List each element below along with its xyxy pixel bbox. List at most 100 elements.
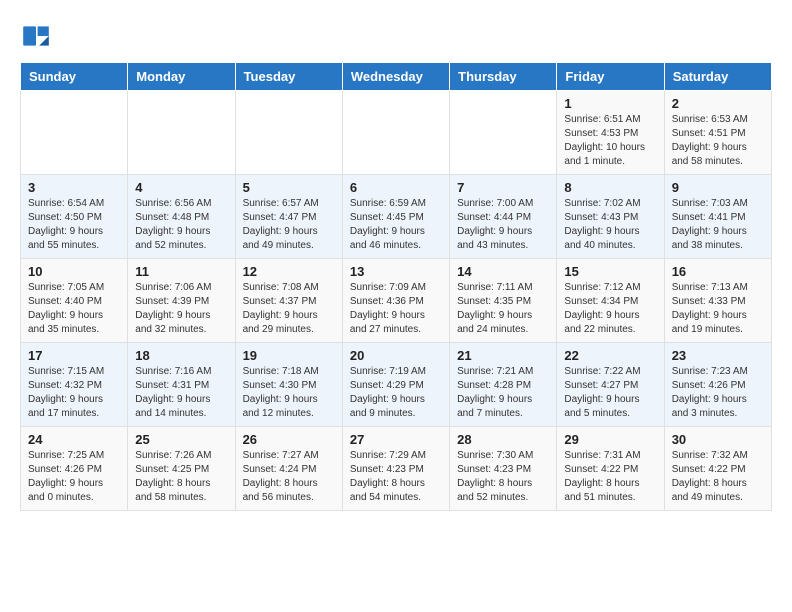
day-info: Sunrise: 7:09 AM Sunset: 4:36 PM Dayligh… [350,281,442,337]
day-info: Sunrise: 7:30 AM Sunset: 4:23 PM Dayligh… [457,449,549,505]
day-info: Sunrise: 7:27 AM Sunset: 4:24 PM Dayligh… [243,449,335,505]
day-number: 4 [135,180,227,195]
calendar-cell: 27 Sunrise: 7:29 AM Sunset: 4:23 PM Dayli… [342,427,449,511]
calendar-cell: 6Sunrise: 6:59 AM Sunset: 4:45 PM Daylig… [342,175,449,259]
weekday-header-saturday: Saturday [664,63,771,91]
day-number: 19 [243,348,335,363]
calendar-cell [21,91,128,175]
day-info: Sunrise: 6:56 AM Sunset: 4:48 PM Dayligh… [135,197,227,253]
week-row-5: 24 Sunrise: 7:25 AM Sunset: 4:26 PM Dayli… [21,427,772,511]
calendar-cell: 10 Sunrise: 7:05 AM Sunset: 4:40 PM Dayli… [21,259,128,343]
day-info: Sunrise: 6:59 AM Sunset: 4:45 PM Dayligh… [350,197,442,253]
week-row-2: 3 Sunrise: 6:54 AM Sunset: 4:50 PM Daylig… [21,175,772,259]
calendar-cell: 23 Sunrise: 7:23 AM Sunset: 4:26 PM Dayli… [664,343,771,427]
day-info: Sunrise: 6:51 AM Sunset: 4:53 PM Dayligh… [564,113,656,169]
calendar-cell: 13 Sunrise: 7:09 AM Sunset: 4:36 PM Dayli… [342,259,449,343]
day-info: Sunrise: 6:53 AM Sunset: 4:51 PM Dayligh… [672,113,764,169]
calendar-cell: 29Sunrise: 7:31 AM Sunset: 4:22 PM Dayli… [557,427,664,511]
calendar-cell: 5Sunrise: 6:57 AM Sunset: 4:47 PM Daylig… [235,175,342,259]
day-info: Sunrise: 7:08 AM Sunset: 4:37 PM Dayligh… [243,281,335,337]
calendar-cell: 7 Sunrise: 7:00 AM Sunset: 4:44 PM Daylig… [450,175,557,259]
day-number: 12 [243,264,335,279]
calendar-cell: 21 Sunrise: 7:21 AM Sunset: 4:28 PM Dayli… [450,343,557,427]
day-number: 24 [28,432,120,447]
calendar-cell: 1 Sunrise: 6:51 AM Sunset: 4:53 PM Daylig… [557,91,664,175]
calendar-cell: 25Sunrise: 7:26 AM Sunset: 4:25 PM Dayli… [128,427,235,511]
weekday-header-thursday: Thursday [450,63,557,91]
day-info: Sunrise: 7:25 AM Sunset: 4:26 PM Dayligh… [28,449,120,505]
day-info: Sunrise: 7:21 AM Sunset: 4:28 PM Dayligh… [457,365,549,421]
day-info: Sunrise: 7:18 AM Sunset: 4:30 PM Dayligh… [243,365,335,421]
calendar-cell [235,91,342,175]
day-number: 16 [672,264,764,279]
calendar-cell: 8 Sunrise: 7:02 AM Sunset: 4:43 PM Daylig… [557,175,664,259]
day-number: 3 [28,180,120,195]
day-info: Sunrise: 7:05 AM Sunset: 4:40 PM Dayligh… [28,281,120,337]
logo [20,20,56,52]
day-info: Sunrise: 7:12 AM Sunset: 4:34 PM Dayligh… [564,281,656,337]
day-info: Sunrise: 7:23 AM Sunset: 4:26 PM Dayligh… [672,365,764,421]
day-number: 27 [350,432,442,447]
day-info: Sunrise: 7:22 AM Sunset: 4:27 PM Dayligh… [564,365,656,421]
day-number: 17 [28,348,120,363]
calendar-cell: 9Sunrise: 7:03 AM Sunset: 4:41 PM Daylig… [664,175,771,259]
day-number: 22 [564,348,656,363]
day-info: Sunrise: 7:32 AM Sunset: 4:22 PM Dayligh… [672,449,764,505]
calendar-cell: 22 Sunrise: 7:22 AM Sunset: 4:27 PM Dayli… [557,343,664,427]
page: SundayMondayTuesdayWednesdayThursdayFrid… [0,0,792,521]
logo-icon [20,20,52,52]
calendar-cell: 16 Sunrise: 7:13 AM Sunset: 4:33 PM Dayli… [664,259,771,343]
calendar-cell: 30Sunrise: 7:32 AM Sunset: 4:22 PM Dayli… [664,427,771,511]
week-row-4: 17 Sunrise: 7:15 AM Sunset: 4:32 PM Dayli… [21,343,772,427]
day-info: Sunrise: 7:16 AM Sunset: 4:31 PM Dayligh… [135,365,227,421]
day-number: 11 [135,264,227,279]
calendar-cell: 24 Sunrise: 7:25 AM Sunset: 4:26 PM Dayli… [21,427,128,511]
calendar-cell [342,91,449,175]
day-info: Sunrise: 7:26 AM Sunset: 4:25 PM Dayligh… [135,449,227,505]
day-info: Sunrise: 7:29 AM Sunset: 4:23 PM Dayligh… [350,449,442,505]
day-number: 21 [457,348,549,363]
day-number: 2 [672,96,764,111]
weekday-header-friday: Friday [557,63,664,91]
day-number: 7 [457,180,549,195]
calendar-cell: 12 Sunrise: 7:08 AM Sunset: 4:37 PM Dayli… [235,259,342,343]
day-number: 10 [28,264,120,279]
day-info: Sunrise: 7:15 AM Sunset: 4:32 PM Dayligh… [28,365,120,421]
calendar: SundayMondayTuesdayWednesdayThursdayFrid… [20,62,772,511]
calendar-cell: 28Sunrise: 7:30 AM Sunset: 4:23 PM Dayli… [450,427,557,511]
day-number: 8 [564,180,656,195]
week-row-1: 1 Sunrise: 6:51 AM Sunset: 4:53 PM Daylig… [21,91,772,175]
weekday-header-wednesday: Wednesday [342,63,449,91]
day-info: Sunrise: 7:06 AM Sunset: 4:39 PM Dayligh… [135,281,227,337]
calendar-cell: 14 Sunrise: 7:11 AM Sunset: 4:35 PM Dayli… [450,259,557,343]
calendar-cell: 26 Sunrise: 7:27 AM Sunset: 4:24 PM Dayli… [235,427,342,511]
calendar-cell: 18 Sunrise: 7:16 AM Sunset: 4:31 PM Dayli… [128,343,235,427]
weekday-header-monday: Monday [128,63,235,91]
day-number: 26 [243,432,335,447]
day-number: 15 [564,264,656,279]
day-info: Sunrise: 7:00 AM Sunset: 4:44 PM Dayligh… [457,197,549,253]
calendar-cell: 17 Sunrise: 7:15 AM Sunset: 4:32 PM Dayli… [21,343,128,427]
header [20,16,772,52]
day-info: Sunrise: 7:31 AM Sunset: 4:22 PM Dayligh… [564,449,656,505]
day-info: Sunrise: 7:11 AM Sunset: 4:35 PM Dayligh… [457,281,549,337]
calendar-cell: 11 Sunrise: 7:06 AM Sunset: 4:39 PM Dayli… [128,259,235,343]
calendar-cell [450,91,557,175]
day-info: Sunrise: 7:13 AM Sunset: 4:33 PM Dayligh… [672,281,764,337]
day-info: Sunrise: 7:03 AM Sunset: 4:41 PM Dayligh… [672,197,764,253]
day-number: 23 [672,348,764,363]
calendar-cell: 2 Sunrise: 6:53 AM Sunset: 4:51 PM Daylig… [664,91,771,175]
day-info: Sunrise: 6:57 AM Sunset: 4:47 PM Dayligh… [243,197,335,253]
day-number: 13 [350,264,442,279]
weekday-header-sunday: Sunday [21,63,128,91]
calendar-cell: 20Sunrise: 7:19 AM Sunset: 4:29 PM Dayli… [342,343,449,427]
day-number: 18 [135,348,227,363]
day-info: Sunrise: 7:02 AM Sunset: 4:43 PM Dayligh… [564,197,656,253]
weekday-header-row: SundayMondayTuesdayWednesdayThursdayFrid… [21,63,772,91]
day-number: 1 [564,96,656,111]
calendar-cell: 3 Sunrise: 6:54 AM Sunset: 4:50 PM Daylig… [21,175,128,259]
day-info: Sunrise: 7:19 AM Sunset: 4:29 PM Dayligh… [350,365,442,421]
week-row-3: 10 Sunrise: 7:05 AM Sunset: 4:40 PM Dayli… [21,259,772,343]
day-info: Sunrise: 6:54 AM Sunset: 4:50 PM Dayligh… [28,197,120,253]
day-number: 14 [457,264,549,279]
